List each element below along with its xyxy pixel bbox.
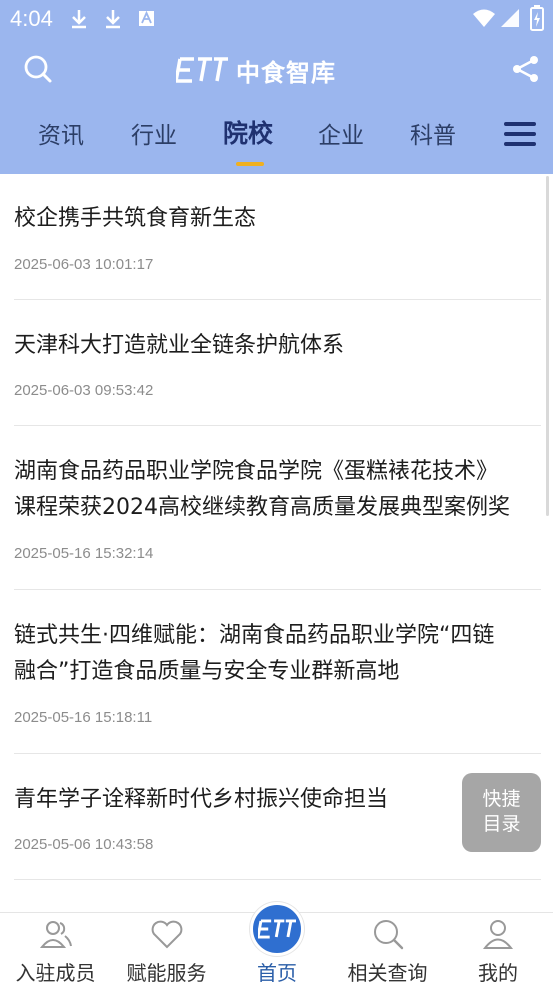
- share-button[interactable]: [504, 47, 548, 91]
- list-item[interactable]: 湖南食品药品职业学院食品学院《蛋糕裱花技术》 课程荣获2024高校继续教育高质量…: [14, 426, 541, 590]
- article-title: 校企携手共筑食育新生态: [14, 206, 257, 231]
- menu-icon[interactable]: [504, 120, 536, 148]
- tab-colleges[interactable]: 院校: [223, 114, 273, 150]
- quick-button-label-1: 快捷: [482, 788, 521, 810]
- active-tab-indicator: [236, 162, 264, 166]
- list-item[interactable]: 天津科大打造就业全链条护航体系 2025-06-03 09:53:42: [14, 300, 541, 426]
- tab-industry[interactable]: 行业: [131, 116, 177, 150]
- tab-popular-science[interactable]: 科普: [410, 116, 456, 150]
- share-icon: [513, 56, 538, 82]
- home-logo-button[interactable]: [250, 902, 304, 956]
- app-notification-icon: [139, 10, 154, 26]
- search-icon: [24, 55, 52, 83]
- status-time: 4:04: [10, 6, 53, 31]
- article-title: 湖南食品药品职业学院食品学院《蛋糕裱花技术》: [14, 459, 499, 484]
- nav-label: 首页: [257, 961, 297, 984]
- article-time: 2025-06-03 09:53:42: [14, 382, 154, 399]
- list-item[interactable]: 校企携手共筑食育新生态 2025-06-03 10:01:17: [14, 174, 541, 300]
- app-header: 4:04 中食智库 资讯 行业 院校 企业 科普: [0, 0, 553, 174]
- article-title-line2: 课程荣获2024高校继续教育高质量发展典型案例奖: [14, 495, 510, 520]
- article-time: 2025-05-06 10:43:58: [14, 836, 154, 853]
- logo-text: 中食智库: [236, 58, 336, 87]
- profile-icon: [482, 920, 514, 949]
- article-title: 天津科大打造就业全链条护航体系: [14, 333, 345, 358]
- nav-services[interactable]: 赋能服务: [111, 913, 222, 984]
- search-button[interactable]: [16, 47, 60, 91]
- article-time: 2025-05-16 15:18:11: [14, 709, 153, 726]
- nav-search[interactable]: 相关查询: [332, 913, 443, 984]
- status-bar: 4:04: [0, 0, 553, 38]
- home-logo-icon: [258, 919, 296, 939]
- download-icon: [72, 10, 86, 29]
- ett-logo-icon: [176, 57, 228, 83]
- scrollbar[interactable]: [546, 176, 549, 516]
- wifi-icon: [473, 9, 495, 27]
- quick-directory-button[interactable]: 快捷 目录: [462, 773, 541, 852]
- nav-label: 赋能服务: [126, 961, 207, 984]
- nav-label: 入驻成员: [15, 961, 96, 984]
- battery-icon: [530, 5, 544, 31]
- signal-icon: [501, 9, 519, 27]
- category-tabs: 资讯 行业 院校 企业 科普: [0, 108, 553, 168]
- tab-news[interactable]: 资讯: [38, 116, 84, 150]
- search-icon: [373, 920, 403, 950]
- article-title: 链式共生·四维赋能：湖南食品药品职业学院“四链: [14, 623, 495, 648]
- heart-icon: [151, 920, 182, 949]
- article-time: 2025-06-03 10:01:17: [14, 256, 154, 273]
- nav-label: 我的: [478, 961, 518, 984]
- article-title-line2: 融合”打造食品质量与安全专业群新高地: [14, 659, 400, 684]
- nav-label: 相关查询: [347, 961, 428, 984]
- nav-profile[interactable]: 我的: [443, 913, 553, 984]
- tab-enterprises[interactable]: 企业: [318, 116, 364, 150]
- members-icon: [39, 921, 72, 948]
- list-item[interactable]: 链式共生·四维赋能：湖南食品药品职业学院“四链 融合”打造食品质量与安全专业群新…: [14, 590, 541, 754]
- download-icon: [106, 10, 120, 29]
- nav-members[interactable]: 入驻成员: [0, 913, 111, 984]
- quick-button-label-2: 目录: [482, 813, 521, 835]
- article-time: 2025-05-16 15:32:14: [14, 545, 154, 562]
- app-logo: 中食智库: [176, 52, 376, 88]
